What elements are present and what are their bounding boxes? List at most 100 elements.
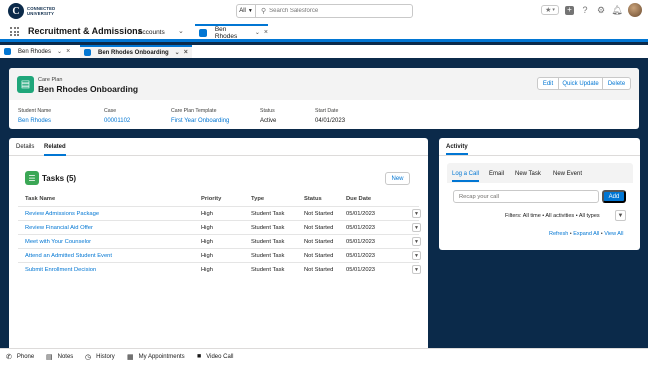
tab-label: Ben Rhodes [214, 25, 238, 40]
task-name-link[interactable]: Meet with Your Counselor [25, 239, 91, 245]
table-row: Review Admissions Package High Student T… [18, 206, 421, 220]
task-priority: High [201, 253, 213, 259]
search-scope-select[interactable]: All ▼ [237, 5, 256, 17]
record-header-top: ▤ Care Plan Ben Rhodes Onboarding Edit Q… [9, 68, 639, 100]
history-icon: ◷ [85, 354, 92, 361]
chevron-down-icon[interactable]: ⌄ [255, 29, 260, 36]
new-task-button[interactable]: New [385, 172, 410, 185]
app-launcher-icon[interactable] [10, 27, 19, 36]
logo-text: CONNECTED UNIVERSITY [27, 6, 55, 16]
table-row: Submit Enrollment Decision High Student … [18, 262, 421, 276]
global-search[interactable]: All ▼ ⚲ [236, 4, 413, 18]
close-icon[interactable]: × [184, 49, 188, 56]
field-label: Case [104, 108, 117, 114]
notes-icon: ▤ [46, 354, 53, 361]
utility-notes[interactable]: ▤ Notes [46, 353, 73, 361]
activity-links: Refresh • Expand All • View All [549, 231, 623, 237]
global-actions-icon[interactable]: + [565, 5, 574, 15]
tab-activity[interactable]: Activity [446, 144, 468, 155]
case-link[interactable]: 00001102 [104, 118, 130, 124]
help-icon[interactable]: ? [580, 5, 590, 15]
separator: • [569, 231, 572, 237]
tasks-title[interactable]: Tasks (5) [42, 174, 76, 183]
row-actions-chevron-icon[interactable]: ▼ [412, 265, 421, 274]
search-input[interactable] [269, 8, 410, 14]
row-actions-chevron-icon[interactable]: ▼ [412, 251, 421, 260]
column-header-priority[interactable]: Priority [201, 196, 221, 202]
add-button[interactable]: Add [602, 190, 626, 203]
table-row: Attend an Admitted Student Event High St… [18, 248, 421, 262]
task-name-link[interactable]: Review Financial Aid Offer [25, 225, 93, 231]
field-label: Start Date [315, 108, 339, 114]
refresh-link[interactable]: Refresh [549, 231, 568, 237]
activity-panel: Activity Log a Call Email New Task New E… [439, 138, 640, 250]
page-title: Ben Rhodes Onboarding [38, 84, 139, 94]
favorites-icon[interactable]: ★ ▾ [541, 5, 559, 15]
tab-new-task[interactable]: New Task [515, 171, 541, 177]
tab-ben-rhodes[interactable]: Ben Rhodes ⌄ × [195, 24, 268, 40]
chevron-down-icon[interactable]: ⌄ [57, 48, 62, 55]
subtab-ben-rhodes[interactable]: Ben Rhodes ⌄ × [4, 45, 70, 58]
app-navigation: Recruitment & Admissions Accounts ⌄ Ben … [0, 22, 648, 42]
calendar-icon: ▦ [127, 354, 134, 361]
delete-button[interactable]: Delete [603, 77, 631, 90]
divider [439, 155, 640, 156]
recap-input[interactable]: Recap your call [453, 190, 599, 203]
field-start-date: Start Date 04/01/2023 [315, 108, 345, 124]
quick-update-button[interactable]: Quick Update [559, 77, 603, 90]
task-type: Student Task [251, 211, 285, 217]
tab-email[interactable]: Email [489, 171, 504, 177]
gear-icon[interactable]: ⚙ [596, 5, 606, 15]
subtab-label: Ben Rhodes [18, 48, 52, 55]
chevron-down-icon[interactable]: ⌄ [178, 27, 184, 35]
task-priority: High [201, 239, 213, 245]
university-logo[interactable]: C CONNECTED UNIVERSITY [8, 3, 55, 19]
tab-new-event[interactable]: New Event [553, 171, 582, 177]
utility-label: History [96, 354, 115, 360]
utility-history[interactable]: ◷ History [85, 353, 115, 361]
nav-item-accounts[interactable]: Accounts [138, 25, 165, 39]
avatar[interactable] [628, 3, 642, 17]
row-actions-chevron-icon[interactable]: ▼ [412, 237, 421, 246]
task-name-link[interactable]: Review Admissions Package [25, 211, 99, 217]
separator: • [600, 231, 603, 237]
close-icon[interactable]: × [66, 48, 70, 55]
task-priority: High [201, 267, 213, 273]
care-plan-template-link[interactable]: First Year Onboarding [171, 118, 229, 124]
expand-all-link[interactable]: Expand All [573, 231, 599, 237]
global-header: C CONNECTED UNIVERSITY All▼ ⚲ ★▾ + ? ⚙ 🔔… [0, 0, 648, 22]
utility-my-appointments[interactable]: ▦ My Appointments [127, 353, 185, 361]
search-icon: ⚲ [261, 8, 267, 15]
task-due-date: 05/01/2023 [346, 267, 376, 273]
column-header-status[interactable]: Status [304, 196, 322, 202]
subtab-ben-rhodes-onboarding[interactable]: Ben Rhodes Onboarding ⌄ × [80, 45, 192, 58]
column-header-task-name[interactable]: Task Name [25, 196, 55, 202]
chevron-down-icon[interactable]: ⌄ [175, 49, 180, 56]
utility-label: Video Call [206, 353, 234, 360]
tab-details[interactable]: Details [16, 144, 34, 150]
tab-log-a-call[interactable]: Log a Call [452, 171, 480, 182]
tab-related[interactable]: Related [44, 144, 66, 156]
edit-button[interactable]: Edit [537, 77, 559, 90]
field-label: Status [260, 108, 275, 114]
row-actions-chevron-icon[interactable]: ▼ [412, 209, 421, 218]
logo-mark: C [8, 3, 24, 19]
task-status: Not Started [304, 211, 334, 217]
filter-icon[interactable]: ▼ [615, 210, 626, 221]
view-all-link[interactable]: View All [604, 231, 623, 237]
field-student-name: Student Name Ben Rhodes [18, 108, 51, 124]
column-header-type[interactable]: Type [251, 196, 264, 202]
bell-icon[interactable]: 🔔︎ [611, 5, 622, 15]
column-header-due-date[interactable]: Due Date [346, 196, 371, 202]
row-actions-chevron-icon[interactable]: ▼ [412, 223, 421, 232]
utility-phone[interactable]: ✆ Phone [6, 353, 34, 361]
student-name-link[interactable]: Ben Rhodes [18, 118, 51, 124]
task-name-link[interactable]: Attend an Admitted Student Event [25, 253, 112, 259]
app-name: Recruitment & Admissions [28, 26, 143, 36]
task-name-link[interactable]: Submit Enrollment Decision [25, 267, 96, 273]
tasks-icon: ☰ [25, 171, 39, 185]
video-icon: ■ [197, 353, 202, 360]
close-icon[interactable]: × [264, 29, 268, 36]
record-tabs: Details Related [9, 138, 428, 156]
utility-video-call[interactable]: ■ Video Call [197, 353, 233, 360]
